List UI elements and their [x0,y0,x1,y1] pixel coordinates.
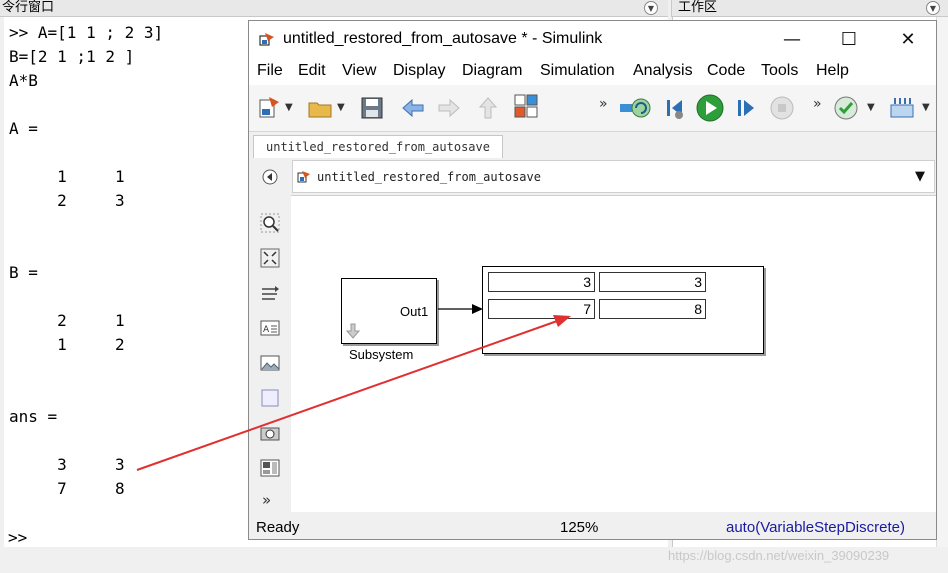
command-line: 2 3 [9,191,125,210]
status-text: Ready [256,519,300,536]
svg-text:A: A [263,325,270,335]
run-icon[interactable] [696,94,724,122]
zoom-icon[interactable] [260,213,280,233]
watermark: https://blog.csdn.net/weixin_39090239 [668,548,890,563]
hide-explorer-icon[interactable] [260,167,280,187]
command-window-header [0,0,668,17]
area-icon[interactable] [260,388,280,408]
build-icon[interactable] [889,95,915,121]
display-cell: 3 [488,272,595,292]
tab-model[interactable]: untitled_restored_from_autosave [253,135,503,158]
down-arrow-icon [346,323,360,339]
command-line: A = [9,119,38,138]
subsystem-block[interactable]: Out1 [341,278,437,344]
forward-icon[interactable] [436,95,462,121]
toolbar-overflow-icon[interactable]: » [813,96,822,112]
command-line: 3 3 [9,455,125,474]
simulink-window: untitled_restored_from_autosave * - Simu… [248,20,937,540]
simulink-logo-icon [259,33,274,46]
new-dropdown-icon[interactable]: ▼ [285,102,293,113]
solver-info[interactable]: auto(VariableStepDiscrete) [726,519,905,536]
library-browser-icon[interactable] [513,93,539,119]
command-line: B=[2 1 ;1 2 ] [9,47,135,66]
zoom-level: 125% [560,519,599,536]
menu-diagram[interactable]: Diagram [462,62,522,80]
command-line: 7 8 [9,479,125,498]
up-icon[interactable] [475,95,501,121]
model-advisor-icon[interactable] [833,95,859,121]
close-button[interactable]: ✕ [885,27,931,53]
new-model-icon[interactable] [257,95,283,121]
workspace-actions-icon[interactable]: ▼ [926,1,940,15]
display-cell: 7 [488,299,595,319]
address-bar[interactable]: untitled_restored_from_autosave ▼ [292,160,935,193]
menu-file[interactable]: File [257,62,283,80]
command-line: B = [9,263,38,282]
out1-port-label: Out1 [400,304,429,319]
toolbar: ▼ ▼ » » ▼ ▼ [249,85,936,132]
command-line: 1 2 [9,335,125,354]
command-prompt[interactable]: >> [8,528,27,547]
open-folder-icon[interactable] [307,95,333,121]
back-icon[interactable] [400,95,426,121]
workspace-title: 工作区 [678,0,718,15]
save-icon[interactable] [359,95,385,121]
address-dropdown-icon[interactable]: ▼ [915,169,925,184]
command-window-title: 令行窗口 [2,0,55,15]
image-icon[interactable] [260,353,280,373]
menu-bar: File Edit View Display Diagram Simulatio… [249,59,936,85]
menu-simulation[interactable]: Simulation [540,62,615,80]
step-forward-icon[interactable] [733,95,759,121]
screenshot-icon[interactable] [260,423,280,443]
step-back-refresh-icon[interactable] [619,95,653,121]
build-dropdown-icon[interactable]: ▼ [922,102,930,113]
step-back-icon[interactable] [662,95,688,121]
menu-analysis[interactable]: Analysis [633,62,693,80]
signal-line[interactable] [438,302,486,316]
minimize-button[interactable]: — [769,27,815,53]
model-icon [297,171,310,183]
menu-view[interactable]: View [342,62,376,80]
menu-code[interactable]: Code [707,62,745,80]
report-icon[interactable] [260,458,280,478]
stop-icon[interactable] [769,95,795,121]
command-line: >> A=[1 1 ; 2 3] [9,23,164,42]
command-line: A*B [9,71,38,90]
palette: A » [249,159,289,511]
model-canvas[interactable]: Out1 Subsystem 3 3 7 8 [291,195,936,512]
display-cell: 3 [599,272,706,292]
command-window-actions-icon[interactable]: ▼ [644,1,658,15]
fit-to-view-icon[interactable] [260,248,280,268]
window-title: untitled_restored_from_autosave * - Simu… [283,30,603,47]
maximize-button[interactable]: ☐ [826,27,872,53]
menu-edit[interactable]: Edit [298,62,326,80]
command-line: 2 1 [9,311,125,330]
workspace-scrollbar[interactable] [936,17,948,547]
route-lines-icon[interactable] [260,283,280,303]
annotation-icon[interactable]: A [260,318,280,338]
palette-overflow-icon[interactable]: » [262,491,271,509]
command-line: 1 1 [9,167,125,186]
display-cell: 8 [599,299,706,319]
command-line: ans = [9,407,58,426]
open-dropdown-icon[interactable]: ▼ [337,102,345,113]
menu-help[interactable]: Help [816,62,849,80]
title-bar[interactable]: untitled_restored_from_autosave * - Simu… [249,21,936,59]
toolbar-overflow-icon[interactable]: » [599,96,608,112]
status-bar: Ready 125% auto(VariableStepDiscrete) [249,517,936,539]
menu-display[interactable]: Display [393,62,445,80]
menu-tools[interactable]: Tools [761,62,798,80]
subsystem-name: Subsystem [349,347,414,362]
address-path[interactable]: untitled_restored_from_autosave [317,170,541,184]
advisor-dropdown-icon[interactable]: ▼ [867,102,875,113]
display-block[interactable]: 3 3 7 8 [482,266,764,354]
